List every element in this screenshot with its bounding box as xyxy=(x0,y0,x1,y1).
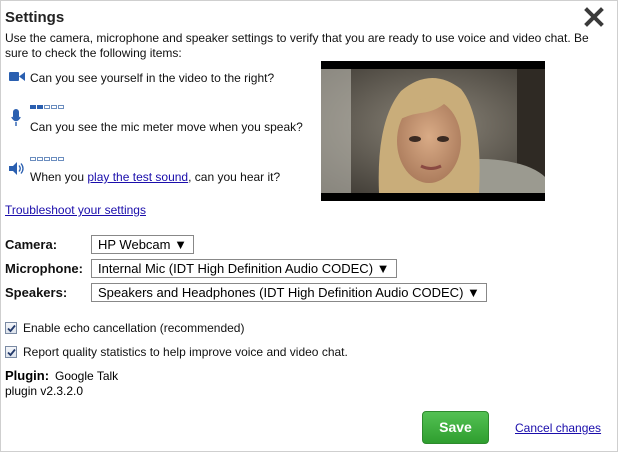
intro-text: Use the camera, microphone and speaker s… xyxy=(5,31,589,60)
plugin-version: plugin v2.3.2.0 xyxy=(5,384,84,398)
dialog-title: Settings xyxy=(5,9,65,26)
save-button[interactable]: Save xyxy=(422,411,489,444)
mic-question: Can you see the mic meter move when you … xyxy=(30,120,303,134)
quality-stats-checkbox[interactable] xyxy=(5,346,17,358)
troubleshoot-link[interactable]: Troubleshoot your settings xyxy=(5,203,146,217)
play-test-sound-link[interactable]: play the test sound xyxy=(87,170,188,184)
sound-suffix: , can you hear it? xyxy=(188,170,281,184)
camera-question: Can you see yourself in the video to the… xyxy=(30,71,275,85)
speaker-icon xyxy=(9,162,25,178)
speaker-level-meter xyxy=(30,157,64,161)
sound-question: When you play the test sound, can you he… xyxy=(30,170,280,184)
camera-label: Camera: xyxy=(5,237,58,252)
speakers-label: Speakers: xyxy=(5,285,68,300)
microphone-icon xyxy=(11,109,21,130)
close-icon[interactable] xyxy=(584,7,604,27)
quality-stats-label: Report quality statistics to help improv… xyxy=(23,345,348,359)
plugin-label: Plugin: xyxy=(5,368,50,383)
camera-select[interactable]: HP Webcam ▼ xyxy=(91,235,194,254)
echo-cancellation-checkbox[interactable] xyxy=(5,322,17,334)
sound-prefix: When you xyxy=(30,170,88,184)
microphone-select[interactable]: Internal Mic (IDT High Definition Audio … xyxy=(91,259,397,278)
microphone-label: Microphone: xyxy=(5,261,83,276)
video-camera-icon xyxy=(9,71,25,85)
mic-level-meter xyxy=(30,105,64,109)
echo-cancellation-label: Enable echo cancellation (recommended) xyxy=(23,321,245,335)
cancel-changes-link[interactable]: Cancel changes xyxy=(515,421,601,435)
speakers-select[interactable]: Speakers and Headphones (IDT High Defini… xyxy=(91,283,487,302)
video-preview xyxy=(321,61,545,201)
settings-dialog: Settings Use the camera, microphone and … xyxy=(0,0,618,452)
plugin-name: Google Talk xyxy=(55,369,119,383)
